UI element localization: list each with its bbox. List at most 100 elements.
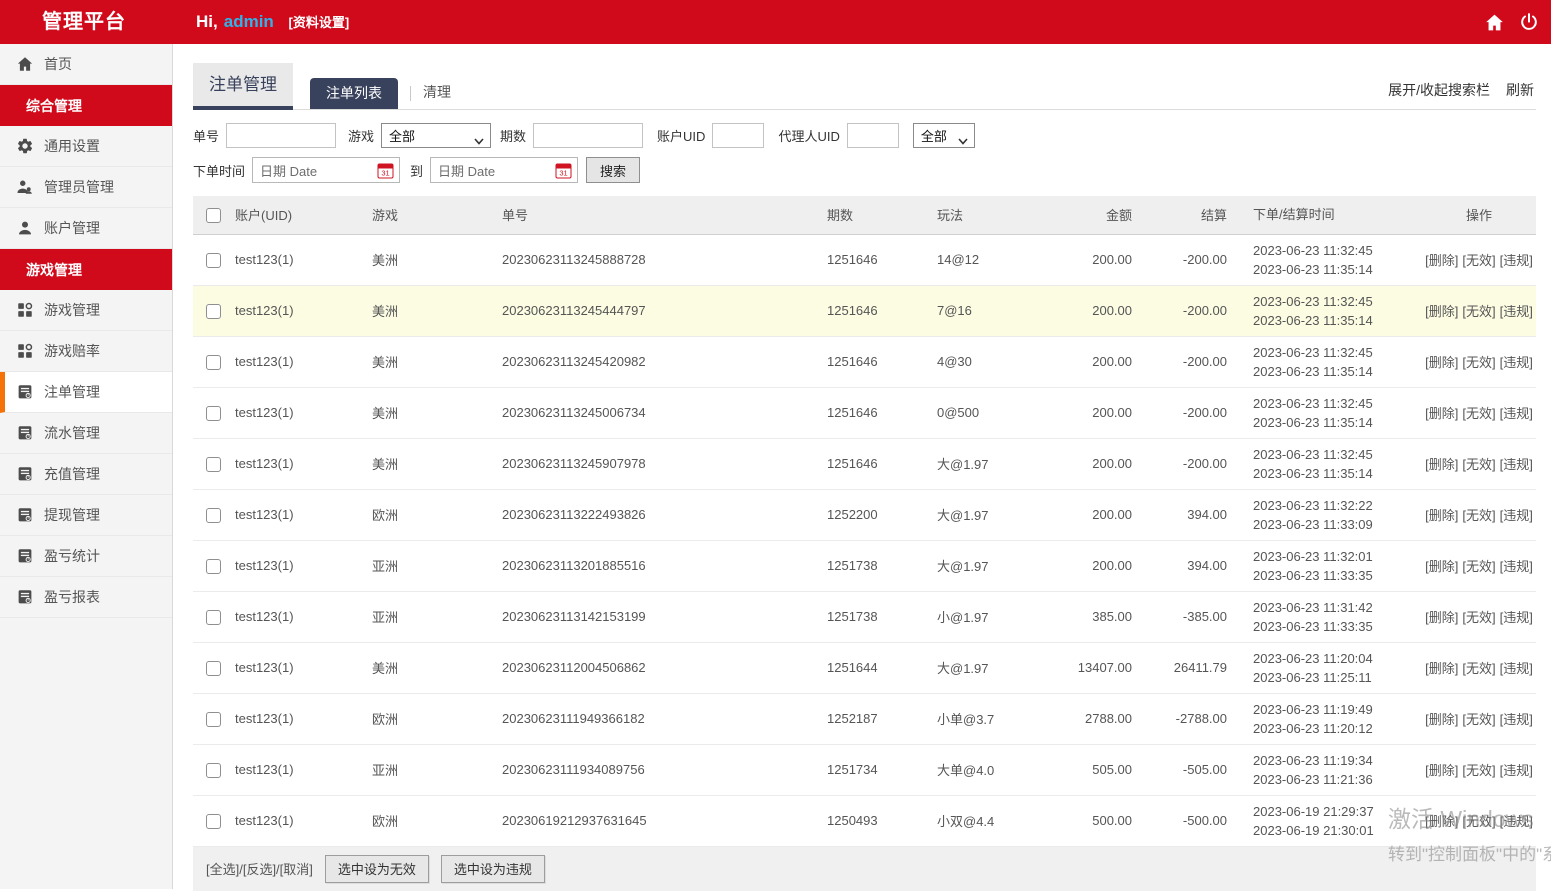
violation-action[interactable]: [违规]: [1500, 253, 1533, 268]
chevron-down-icon: [958, 133, 968, 148]
sidebar-item-8[interactable]: 注单管理: [0, 372, 172, 413]
sidebar-item-10[interactable]: 充值管理: [0, 454, 172, 495]
order-no-input[interactable]: [226, 123, 336, 148]
violation-action[interactable]: [违规]: [1500, 355, 1533, 370]
order-time: 2023-06-23 11:32:01: [1253, 547, 1422, 566]
refresh-link[interactable]: 刷新: [1506, 80, 1534, 100]
violation-action[interactable]: [违规]: [1500, 559, 1533, 574]
cell-time: 2023-06-19 21:29:372023-06-19 21:30:01: [1247, 795, 1422, 846]
tab-order-management[interactable]: 注单管理: [193, 63, 293, 110]
invalid-action[interactable]: [无效]: [1462, 304, 1495, 319]
cell-game: 美洲: [372, 336, 502, 387]
calendar-icon[interactable]: 31: [377, 162, 394, 184]
cell-amount: 13407.00: [1057, 642, 1152, 693]
col-play: 玩法: [937, 196, 1057, 234]
cell-period: 1251738: [827, 591, 937, 642]
invalid-action[interactable]: [无效]: [1462, 712, 1495, 727]
row-checkbox[interactable]: [206, 610, 221, 625]
profile-settings-link[interactable]: [资料设置]: [289, 15, 350, 30]
violation-action[interactable]: [违规]: [1500, 712, 1533, 727]
sidebar-item-9[interactable]: 流水管理: [0, 413, 172, 454]
cell-amount: 200.00: [1057, 336, 1152, 387]
sidebar-item-0[interactable]: 首页: [0, 44, 172, 85]
row-checkbox[interactable]: [206, 814, 221, 829]
invalid-action[interactable]: [无效]: [1462, 457, 1495, 472]
invalid-action[interactable]: [无效]: [1462, 763, 1495, 778]
delete-action[interactable]: [删除]: [1425, 253, 1458, 268]
row-checkbox[interactable]: [206, 355, 221, 370]
invalid-action[interactable]: [无效]: [1462, 406, 1495, 421]
cell-settle: -200.00: [1152, 387, 1247, 438]
row-checkbox[interactable]: [206, 304, 221, 319]
invalid-action[interactable]: [无效]: [1462, 559, 1495, 574]
set-invalid-button[interactable]: 选中设为无效: [325, 855, 429, 883]
toggle-search-bar-link[interactable]: 展开/收起搜索栏: [1388, 80, 1490, 100]
account-uid-input[interactable]: [712, 123, 764, 148]
violation-action[interactable]: [违规]: [1500, 457, 1533, 472]
row-checkbox[interactable]: [206, 508, 221, 523]
delete-action[interactable]: [删除]: [1425, 661, 1458, 676]
invalid-action[interactable]: [无效]: [1462, 610, 1495, 625]
violation-action[interactable]: [违规]: [1500, 814, 1533, 829]
table-row: test123(1)美洲2023062311324542098212516464…: [193, 336, 1536, 387]
sidebar-item-3[interactable]: 管理员管理: [0, 167, 172, 208]
violation-action[interactable]: [违规]: [1500, 304, 1533, 319]
delete-action[interactable]: [删除]: [1425, 559, 1458, 574]
settle-time: 2023-06-23 11:33:35: [1253, 566, 1422, 585]
subtab-cleanup[interactable]: 清理: [423, 82, 451, 109]
period-input[interactable]: [533, 123, 643, 148]
sidebar-item-11[interactable]: 提现管理: [0, 495, 172, 536]
delete-action[interactable]: [删除]: [1425, 457, 1458, 472]
delete-action[interactable]: [删除]: [1425, 712, 1458, 727]
select-all-invert-cancel-links[interactable]: [全选]/[反选]/[取消]: [206, 859, 313, 878]
delete-action[interactable]: [删除]: [1425, 814, 1458, 829]
set-violation-button[interactable]: 选中设为违规: [441, 855, 545, 883]
invalid-action[interactable]: [无效]: [1462, 661, 1495, 676]
violation-action[interactable]: [违规]: [1500, 508, 1533, 523]
game-filter-select[interactable]: 全部: [381, 123, 491, 148]
search-button[interactable]: 搜索: [586, 157, 640, 183]
sidebar-item-12[interactable]: 盈亏统计: [0, 536, 172, 577]
cell-settle: 394.00: [1152, 489, 1247, 540]
violation-action[interactable]: [违规]: [1500, 763, 1533, 778]
sidebar-item-13[interactable]: 盈亏报表: [0, 577, 172, 618]
row-checkbox[interactable]: [206, 457, 221, 472]
delete-action[interactable]: [删除]: [1425, 763, 1458, 778]
end-date-input[interactable]: 日期 Date 31: [430, 157, 578, 183]
violation-action[interactable]: [违规]: [1500, 610, 1533, 625]
invalid-action[interactable]: [无效]: [1462, 253, 1495, 268]
invalid-action[interactable]: [无效]: [1462, 508, 1495, 523]
row-checkbox[interactable]: [206, 712, 221, 727]
power-icon[interactable]: [1519, 12, 1539, 32]
invalid-action[interactable]: [无效]: [1462, 355, 1495, 370]
calendar-icon[interactable]: 31: [555, 162, 572, 184]
violation-action[interactable]: [违规]: [1500, 406, 1533, 421]
invalid-action[interactable]: [无效]: [1462, 814, 1495, 829]
row-checkbox[interactable]: [206, 253, 221, 268]
order-time: 2023-06-23 11:19:49: [1253, 700, 1422, 719]
sidebar-item-4[interactable]: 账户管理: [0, 208, 172, 249]
row-checkbox[interactable]: [206, 661, 221, 676]
sidebar-item-6[interactable]: 游戏管理: [0, 290, 172, 331]
row-checkbox[interactable]: [206, 559, 221, 574]
row-checkbox[interactable]: [206, 763, 221, 778]
delete-action[interactable]: [删除]: [1425, 304, 1458, 319]
delete-action[interactable]: [删除]: [1425, 610, 1458, 625]
cell-time: 2023-06-23 11:32:452023-06-23 11:35:14: [1247, 387, 1422, 438]
delete-action[interactable]: [删除]: [1425, 406, 1458, 421]
sidebar-item-7[interactable]: 游戏赔率: [0, 331, 172, 372]
cell-game: 美洲: [372, 438, 502, 489]
col-account: 账户(UID): [235, 196, 372, 234]
sidebar-item-2[interactable]: 通用设置: [0, 126, 172, 167]
agent-uid-input[interactable]: [847, 123, 899, 148]
row-checkbox[interactable]: [206, 406, 221, 421]
violation-action[interactable]: [违规]: [1500, 661, 1533, 676]
delete-action[interactable]: [删除]: [1425, 508, 1458, 523]
select-all-checkbox[interactable]: [206, 208, 221, 223]
start-date-input[interactable]: 日期 Date 31: [252, 157, 400, 183]
status-filter-select[interactable]: 全部: [913, 123, 975, 148]
home-icon[interactable]: [1484, 12, 1505, 33]
subtab-order-list[interactable]: 注单列表: [310, 78, 398, 109]
users-icon: [16, 178, 34, 196]
delete-action[interactable]: [删除]: [1425, 355, 1458, 370]
